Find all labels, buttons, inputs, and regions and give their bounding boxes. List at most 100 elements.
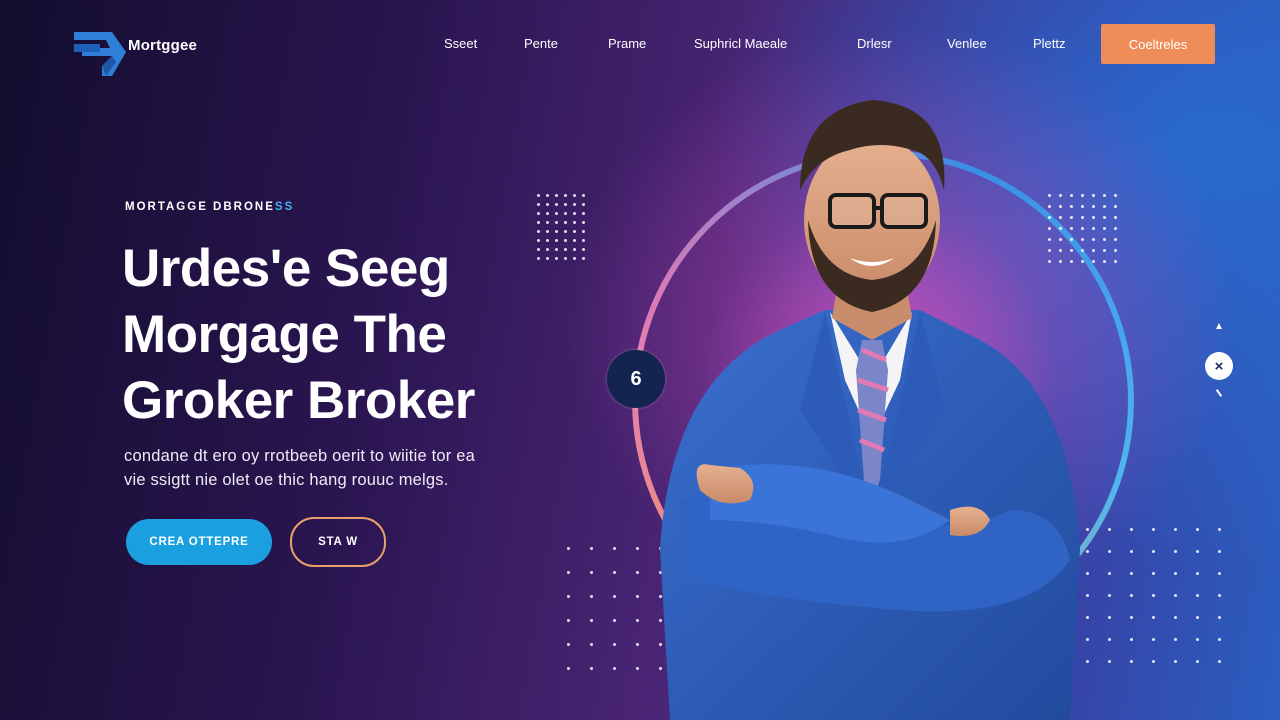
dot: [590, 571, 593, 574]
number-badge: 6: [607, 350, 665, 408]
dot: [613, 667, 616, 670]
dot: [1114, 227, 1117, 230]
dot: [1103, 227, 1106, 230]
dot: [613, 595, 616, 598]
dot: [1130, 528, 1133, 531]
dot: [1092, 227, 1095, 230]
dot: [1152, 528, 1155, 531]
dot: [555, 230, 558, 233]
dot: [546, 221, 549, 224]
dot: [636, 643, 639, 646]
dot: [582, 239, 585, 242]
dot: [590, 595, 593, 598]
dot: [1174, 528, 1177, 531]
dot: [573, 230, 576, 233]
dot: [590, 643, 593, 646]
dot: [613, 547, 616, 550]
dot: [1092, 194, 1095, 197]
dot: [537, 230, 540, 233]
nav-item-1[interactable]: Sseet: [444, 36, 477, 51]
nav-item-6[interactable]: Venlee: [947, 36, 987, 51]
dot: [1174, 638, 1177, 641]
dot: [636, 619, 639, 622]
dot: [1196, 572, 1199, 575]
nav-item-4[interactable]: Suphricl Maeale: [694, 36, 787, 51]
dot: [1103, 216, 1106, 219]
dot: [1092, 238, 1095, 241]
headline-line-2: Morgage The: [122, 305, 447, 364]
dot: [1114, 249, 1117, 252]
dot: [1196, 550, 1199, 553]
dot: [573, 203, 576, 206]
nav-item-2[interactable]: Pente: [524, 36, 558, 51]
dot: [1174, 660, 1177, 663]
dot: [1130, 660, 1133, 663]
primary-cta-button[interactable]: CREA OTTEPRE: [126, 519, 272, 565]
dot: [1152, 660, 1155, 663]
close-icon[interactable]: ×: [1205, 352, 1233, 380]
dot: [582, 212, 585, 215]
dot: [1130, 616, 1133, 619]
dot: [1092, 205, 1095, 208]
dot: [537, 221, 540, 224]
dot: [564, 230, 567, 233]
dot: [590, 667, 593, 670]
dot: [1130, 594, 1133, 597]
dot: [1092, 260, 1095, 263]
dot: [1108, 594, 1111, 597]
dot: [1152, 638, 1155, 641]
dot: [1196, 616, 1199, 619]
main-nav: Sseet Pente Prame Suphricl Maeale Drlesr…: [0, 36, 1280, 56]
dot: [590, 547, 593, 550]
dot: [567, 595, 570, 598]
dot: [1218, 616, 1221, 619]
dot: [1218, 594, 1221, 597]
headline-line-3: Groker Broker: [122, 371, 475, 430]
dot: [582, 194, 585, 197]
dot: [1103, 205, 1106, 208]
header-cta-button[interactable]: Coeltreles: [1101, 24, 1215, 64]
dot: [1130, 572, 1133, 575]
dot: [1092, 216, 1095, 219]
dot: [613, 571, 616, 574]
dot: [537, 212, 540, 215]
secondary-cta-button[interactable]: STA W: [290, 517, 386, 567]
dot: [636, 547, 639, 550]
dot: [1218, 660, 1221, 663]
dot: [1092, 249, 1095, 252]
dot: [567, 547, 570, 550]
dot: [1103, 260, 1106, 263]
dot: [567, 619, 570, 622]
dot: [1218, 638, 1221, 641]
subtext-line-1: condane dt ero oy rrotbeeb oerit to wiit…: [124, 447, 475, 465]
dot: [537, 203, 540, 206]
eyebrow-text: MORTAGGE DBRONE: [125, 201, 275, 213]
tick-mark-icon: [1215, 389, 1223, 397]
dot: [636, 595, 639, 598]
dot: [546, 212, 549, 215]
dot: [564, 212, 567, 215]
nav-item-3[interactable]: Prame: [608, 36, 646, 51]
nav-item-5[interactable]: Drlesr: [857, 36, 892, 51]
dot: [1218, 550, 1221, 553]
dot: [582, 257, 585, 260]
hero-subtext: condane dt ero oy rrotbeeb oerit to wiit…: [124, 444, 564, 492]
dot: [1114, 238, 1117, 241]
dot: [567, 571, 570, 574]
dot: [1196, 528, 1199, 531]
nav-item-7[interactable]: Plettz: [1033, 36, 1066, 51]
dot: [555, 194, 558, 197]
hero-eyebrow: MORTAGGE DBRONESS: [125, 201, 294, 213]
dot: [613, 643, 616, 646]
dot: [1130, 550, 1133, 553]
dot: [1218, 572, 1221, 575]
arrow-up-icon: [1216, 323, 1222, 329]
dot: [1152, 594, 1155, 597]
dot: [573, 221, 576, 224]
dot: [546, 194, 549, 197]
headline-line-1: Urdes'e Seeg: [122, 239, 450, 298]
dot: [1108, 616, 1111, 619]
dot: [564, 221, 567, 224]
eyebrow-accent: SS: [274, 201, 295, 213]
dot: [1108, 550, 1111, 553]
